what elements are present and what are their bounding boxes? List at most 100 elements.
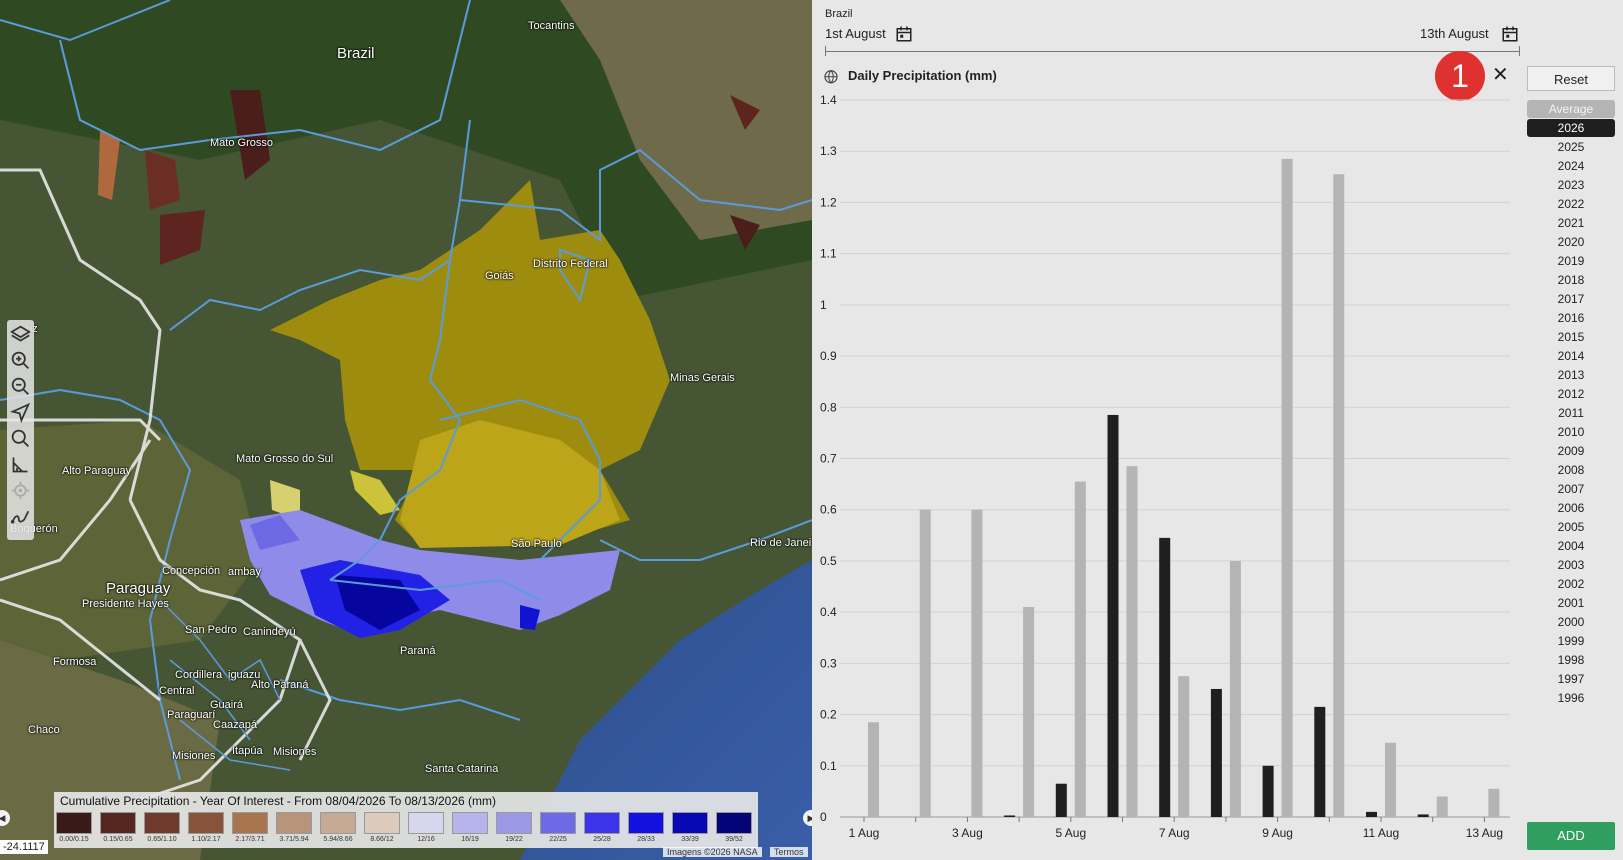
year-item[interactable]: 2026 bbox=[1527, 119, 1615, 137]
legend-swatch-label: 2.17/3.71 bbox=[235, 836, 265, 843]
year-item[interactable]: 2008 bbox=[1527, 461, 1615, 479]
average-bar bbox=[971, 509, 983, 817]
year-item[interactable]: 2022 bbox=[1527, 195, 1615, 213]
precipitation-bar-chart: 0 0.1 0.2 0.3 0.4 0.5 0.6 0.7 0.8 0.9 1 1.1 1.2 1.3 1.… bbox=[820, 93, 1510, 840]
y-tick-label: 0.8 bbox=[820, 400, 837, 414]
satellite-imagery bbox=[0, 0, 812, 860]
y-tick-label: 0.9 bbox=[820, 349, 837, 363]
y-tick-label: 0.4 bbox=[820, 605, 837, 619]
year-item[interactable]: 2009 bbox=[1527, 442, 1615, 460]
average-bar bbox=[1023, 607, 1035, 817]
year-item[interactable]: 2005 bbox=[1527, 518, 1615, 536]
legend-swatch-label: 28/33 bbox=[637, 836, 655, 843]
year-item[interactable]: 2017 bbox=[1527, 290, 1615, 308]
y-tick-label: 0.5 bbox=[820, 554, 837, 568]
year-item[interactable]: 2002 bbox=[1527, 575, 1615, 593]
map-attribution: Imagens ©2026 NASA bbox=[663, 847, 762, 857]
x-tick-label: 3 Aug bbox=[952, 826, 983, 840]
year-item[interactable]: 2001 bbox=[1527, 594, 1615, 612]
map-label-alto-parana: Alto Paraná bbox=[251, 679, 309, 691]
map-label-chaco: Chaco bbox=[28, 724, 60, 736]
y-tick-label: 1.3 bbox=[820, 144, 837, 158]
legend-swatch bbox=[188, 812, 224, 834]
average-bar bbox=[1333, 174, 1345, 817]
year-item[interactable]: Average bbox=[1527, 100, 1615, 118]
year-item[interactable]: 2020 bbox=[1527, 233, 1615, 251]
year-item[interactable]: 2018 bbox=[1527, 271, 1615, 289]
year-item[interactable]: 2012 bbox=[1527, 385, 1615, 403]
legend-swatch-label: 3.71/5.94 bbox=[279, 836, 309, 843]
zoom-out-icon[interactable] bbox=[10, 376, 31, 397]
average-bar bbox=[1436, 796, 1448, 817]
year-item[interactable]: 1999 bbox=[1527, 632, 1615, 650]
precipitation-legend: Cumulative Precipitation - Year Of Inter… bbox=[54, 792, 758, 848]
average-bar bbox=[1385, 742, 1396, 817]
average-bar bbox=[868, 722, 879, 817]
legend-swatch-label: 16/19 bbox=[461, 836, 479, 843]
year-item[interactable]: 2013 bbox=[1527, 366, 1615, 384]
zoom-in-icon[interactable] bbox=[10, 350, 31, 371]
year-item[interactable]: 2025 bbox=[1527, 138, 1615, 156]
draw-icon[interactable] bbox=[10, 506, 31, 527]
average-bar bbox=[1126, 466, 1138, 817]
year-item[interactable]: 2003 bbox=[1527, 556, 1615, 574]
year-item[interactable]: 2006 bbox=[1527, 499, 1615, 517]
map-label-san-pedro: San Pedro bbox=[185, 624, 237, 636]
y-tick-label: 0.3 bbox=[820, 656, 837, 670]
year-item[interactable]: 1996 bbox=[1527, 689, 1615, 707]
x-tick-label: 11 Aug bbox=[1363, 826, 1399, 840]
precipitation-panel: Brazil 1st August 13th August Daily Prec… bbox=[812, 0, 1623, 860]
map-scroll-right-icon[interactable]: ▶ bbox=[803, 810, 812, 826]
year-item[interactable]: 2014 bbox=[1527, 347, 1615, 365]
average-bar bbox=[919, 509, 931, 817]
legend-swatch-label: 0.15/0.65 bbox=[103, 836, 133, 843]
year-item[interactable]: 2004 bbox=[1527, 537, 1615, 555]
map-terms-link[interactable]: Termos bbox=[770, 847, 808, 857]
year-item[interactable]: 2021 bbox=[1527, 214, 1615, 232]
year-item[interactable]: 2016 bbox=[1527, 309, 1615, 327]
map-label-formosa: Formosa bbox=[53, 656, 97, 668]
search-icon[interactable] bbox=[10, 428, 31, 449]
navigate-icon[interactable] bbox=[9, 402, 31, 424]
x-tick-label: 13 Aug bbox=[1466, 826, 1503, 840]
map-label-central: Central bbox=[159, 685, 195, 697]
year-item[interactable]: 2007 bbox=[1527, 480, 1615, 498]
year-item[interactable]: 2010 bbox=[1527, 423, 1615, 441]
layers-icon[interactable] bbox=[10, 324, 31, 345]
year-item[interactable]: 2011 bbox=[1527, 404, 1615, 422]
map-label-alto-paraguay: Alto Paraguay bbox=[62, 465, 132, 477]
year-item[interactable]: 1997 bbox=[1527, 670, 1615, 688]
year-2026-bar bbox=[1417, 814, 1429, 817]
add-button[interactable]: ADD bbox=[1527, 822, 1615, 850]
legend-swatch-label: 1.10/2.17 bbox=[191, 836, 221, 843]
legend-title: Cumulative Precipitation - Year Of Inter… bbox=[60, 794, 496, 808]
legend-swatch-label: 8.66/12 bbox=[370, 836, 394, 843]
legend-swatch bbox=[496, 812, 532, 834]
map-label-parana: Paraná bbox=[400, 645, 436, 657]
map-label-goias: Goiás bbox=[485, 270, 514, 282]
year-item[interactable]: 2023 bbox=[1527, 176, 1615, 194]
year-item[interactable]: 2015 bbox=[1527, 328, 1615, 346]
measure-icon[interactable] bbox=[10, 454, 31, 475]
map-label-minas-gerais: Minas Gerais bbox=[670, 372, 735, 384]
y-tick-label: 1 bbox=[820, 298, 827, 312]
map-toolbar bbox=[7, 320, 34, 540]
year-item[interactable]: 2000 bbox=[1527, 613, 1615, 631]
map-label-paraguari: Paraguarí bbox=[167, 709, 216, 721]
year-item[interactable]: 2019 bbox=[1527, 252, 1615, 270]
map-label-mato-grosso: Mato Grosso bbox=[210, 137, 273, 149]
y-tick-label: 0 bbox=[820, 810, 827, 824]
legend-swatch-label: 0.00/0.15 bbox=[59, 836, 89, 843]
legend-swatch bbox=[540, 812, 576, 834]
locate-icon[interactable] bbox=[10, 480, 31, 501]
x-tick-label: 9 Aug bbox=[1262, 826, 1293, 840]
map-label-tocantins: Tocantins bbox=[528, 20, 575, 32]
year-item[interactable]: 1998 bbox=[1527, 651, 1615, 669]
map-view[interactable]: Brazil Tocantins Mato Grosso Goiás Distr… bbox=[0, 0, 812, 860]
year-item[interactable]: 2024 bbox=[1527, 157, 1615, 175]
map-label-sao-paulo: São Paulo bbox=[511, 538, 562, 550]
y-tick-label: 0.6 bbox=[820, 503, 837, 517]
reset-button[interactable]: Reset bbox=[1527, 66, 1615, 91]
average-bar bbox=[1281, 158, 1293, 817]
year-2026-bar bbox=[1004, 815, 1016, 817]
